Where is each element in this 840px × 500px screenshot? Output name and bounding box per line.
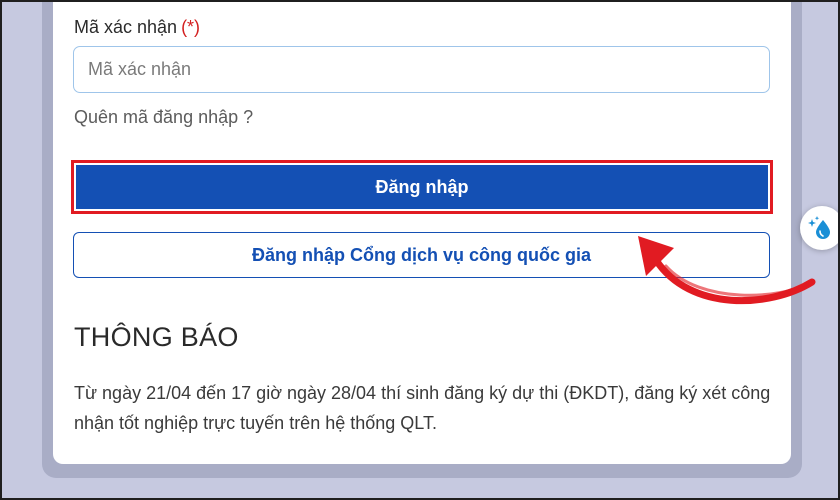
side-widget-button[interactable] [800, 206, 840, 250]
required-mark: (*) [181, 17, 201, 37]
annotation-arrow-icon [638, 236, 816, 305]
notice-title: THÔNG BÁO [74, 322, 239, 352]
login-button[interactable]: Đăng nhập [76, 165, 768, 209]
captcha-input[interactable] [73, 46, 770, 93]
forgot-code-link[interactable]: Quên mã đăng nhập ? [74, 107, 253, 128]
captcha-label-text: Mã xác nhận [74, 17, 178, 37]
captcha-label: Mã xác nhận (*) [74, 17, 200, 38]
water-drop-sparkle-icon [808, 216, 830, 239]
notice-body: Từ ngày 21/04 đến 17 giờ ngày 28/04 thí … [74, 383, 771, 433]
